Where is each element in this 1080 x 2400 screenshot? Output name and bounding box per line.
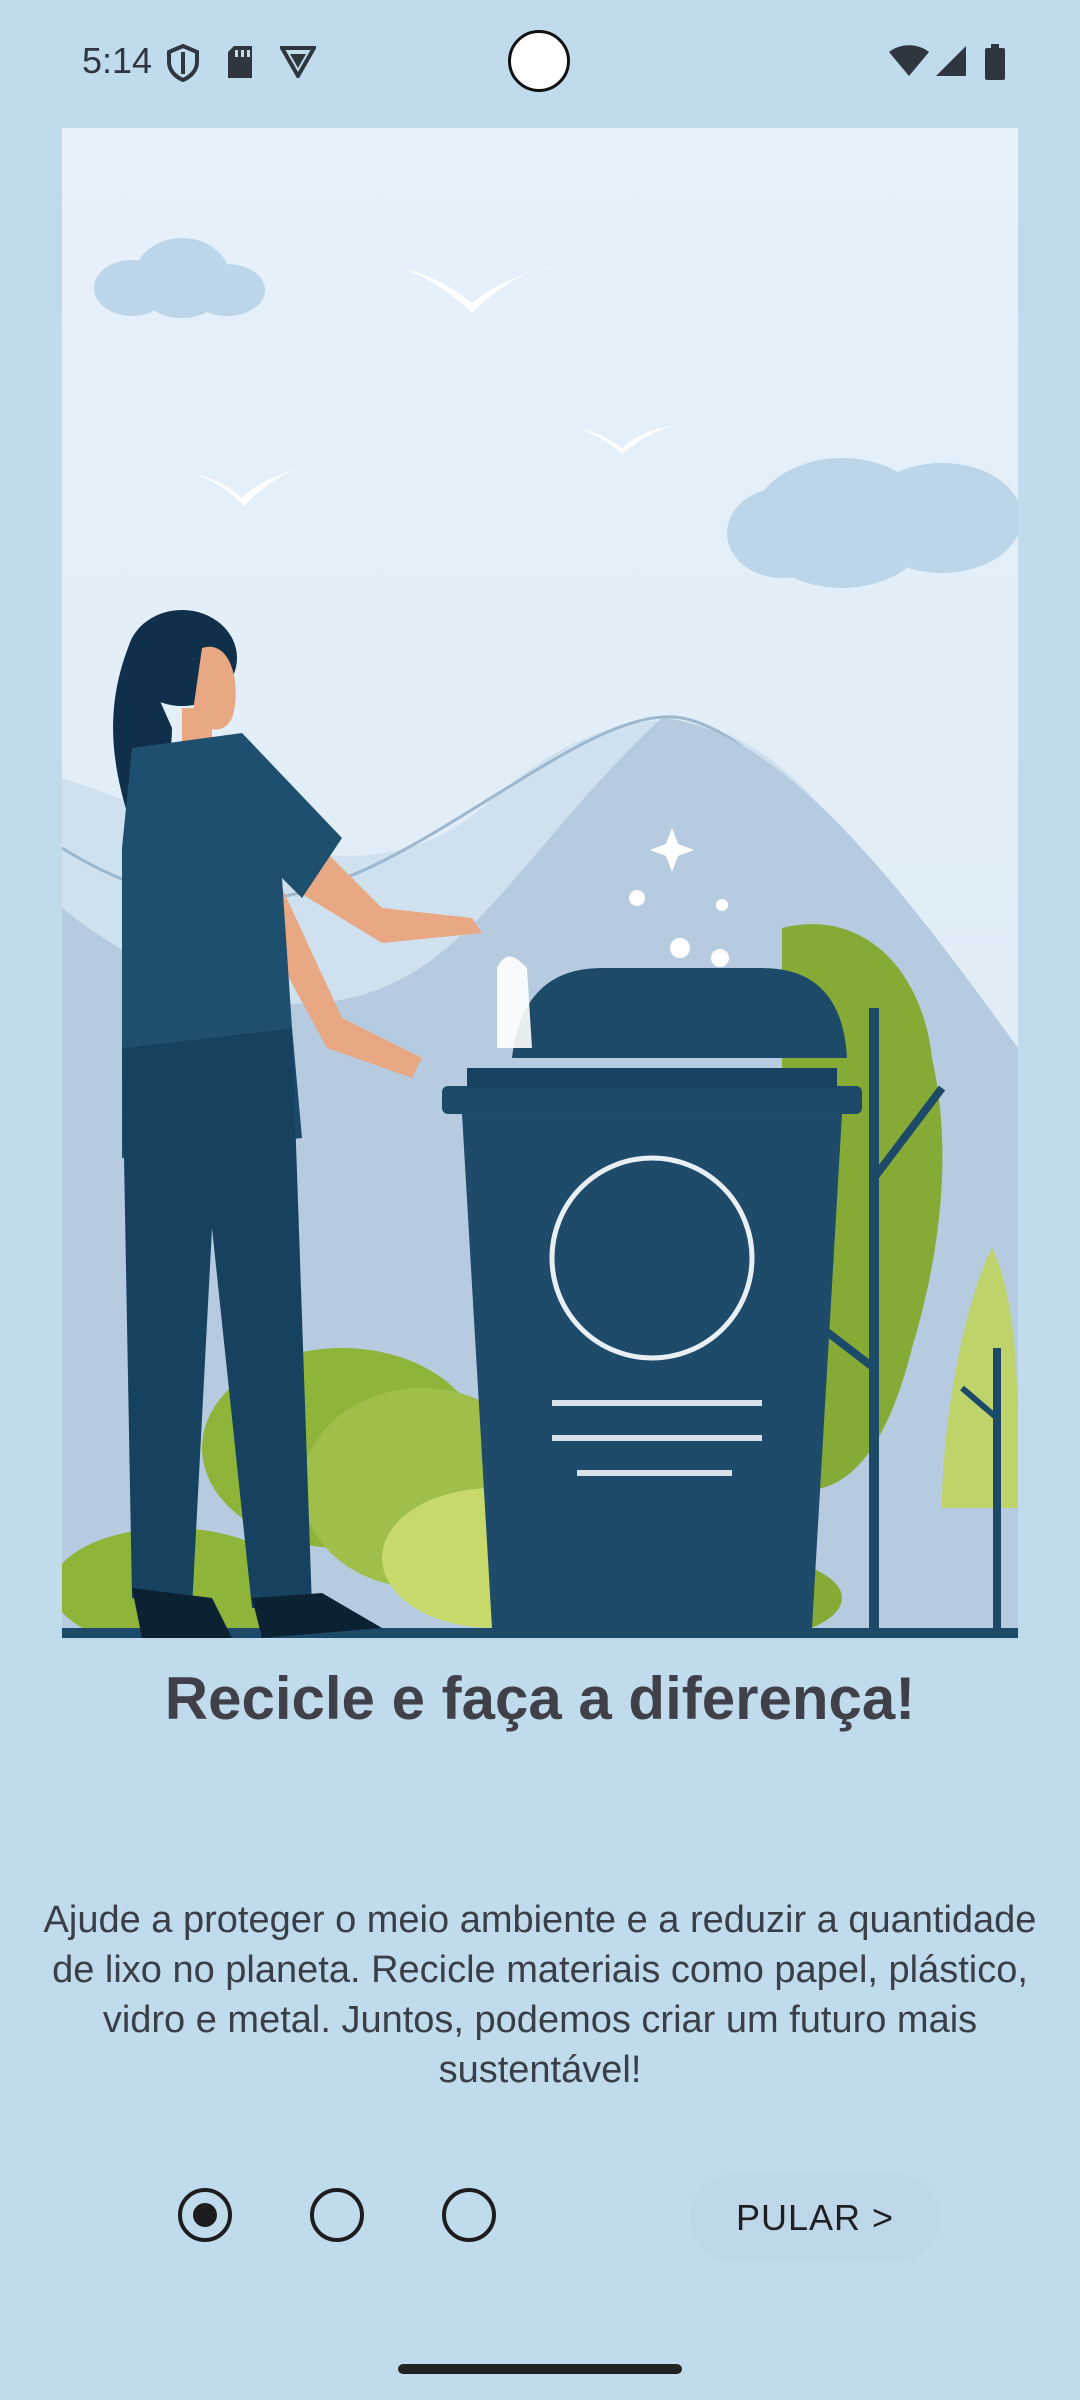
onboarding-description: Ajude a proteger o meio ambiente e a red… — [43, 1899, 1037, 2091]
signal-icon — [934, 44, 968, 83]
status-time: 5:14 — [82, 40, 153, 81]
page-indicators — [0, 2188, 600, 2248]
onboarding-screen: 5:14 Recicle e faça a diferença! Ajude a… — [0, 0, 1080, 2400]
onboarding-title: Recicle e faça a diferença! — [164, 1665, 916, 1732]
shield-icon — [166, 43, 200, 87]
skip-button[interactable]: PULAR > — [690, 2174, 940, 2262]
vpn-badge-icon — [278, 44, 318, 83]
page-indicator-2[interactable] — [310, 2188, 364, 2242]
recycling-illustration — [62, 128, 1018, 1638]
status-bar: 5:14 — [0, 0, 1080, 128]
camera-cutout — [508, 30, 570, 92]
page-indicator-3[interactable] — [442, 2188, 496, 2242]
sd-card-icon — [226, 44, 254, 85]
page-indicator-1[interactable] — [178, 2188, 232, 2242]
wifi-icon — [888, 44, 930, 83]
gesture-nav-handle[interactable] — [398, 2364, 682, 2374]
battery-icon — [984, 44, 1006, 85]
